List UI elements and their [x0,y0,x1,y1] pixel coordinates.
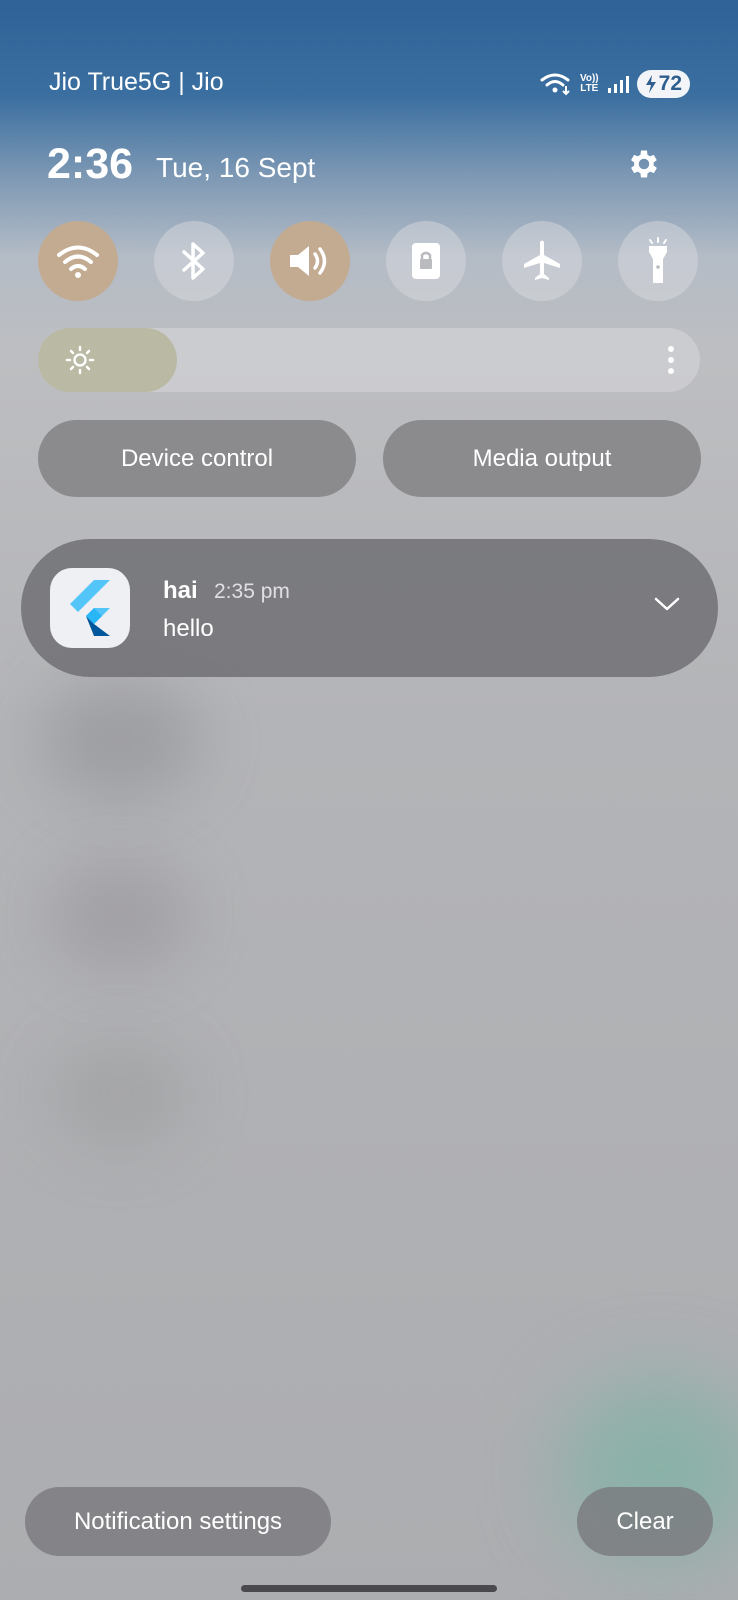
brightness-sun-icon [65,345,95,375]
home-gesture-bar[interactable] [241,1585,497,1592]
notification-body: hello [163,615,214,642]
bluetooth-icon [182,242,205,280]
screen-lock-toggle[interactable] [386,221,466,301]
wifi-toggle[interactable] [38,221,118,301]
airplane-icon [524,240,560,280]
flashlight-icon [649,237,667,283]
sound-toggle[interactable] [270,221,350,301]
airplane-mode-toggle[interactable] [502,221,582,301]
speaker-icon [290,246,327,276]
notification-title: hai [163,577,198,604]
quick-settings-tiles [38,221,700,301]
more-options-icon[interactable] [668,346,676,379]
notification-time: 2:35 pm [214,580,290,603]
wifi-icon [57,245,99,278]
lock-rotation-icon [412,243,440,279]
charging-bolt-icon [645,75,656,93]
signal-icon [607,76,629,93]
device-control-button[interactable]: Device control [38,420,356,497]
volte-icon: Vo)) LTE [579,73,599,94]
flashlight-toggle[interactable] [618,221,698,301]
wifi-status-icon [540,73,570,96]
status-icons: Vo)) LTE 72 [540,70,690,98]
brightness-slider[interactable] [38,328,700,392]
chevron-down-icon[interactable] [654,596,680,612]
media-output-button[interactable]: Media output [383,420,701,497]
battery-level: 72 [658,72,682,95]
settings-gear-icon[interactable] [626,146,662,182]
clear-button[interactable]: Clear [577,1487,713,1556]
bluetooth-toggle[interactable] [154,221,234,301]
brightness-fill [38,328,177,392]
battery-indicator: 72 [636,70,690,98]
date: Tue, 16 Sept [156,152,316,183]
clock: 2:36 [47,140,134,188]
notification-settings-button[interactable]: Notification settings [25,1487,331,1556]
flutter-icon [50,568,130,648]
carrier-label: Jio True5G | Jio [49,68,224,96]
notification-card[interactable]: hai 2:35 pm hello [21,539,718,677]
